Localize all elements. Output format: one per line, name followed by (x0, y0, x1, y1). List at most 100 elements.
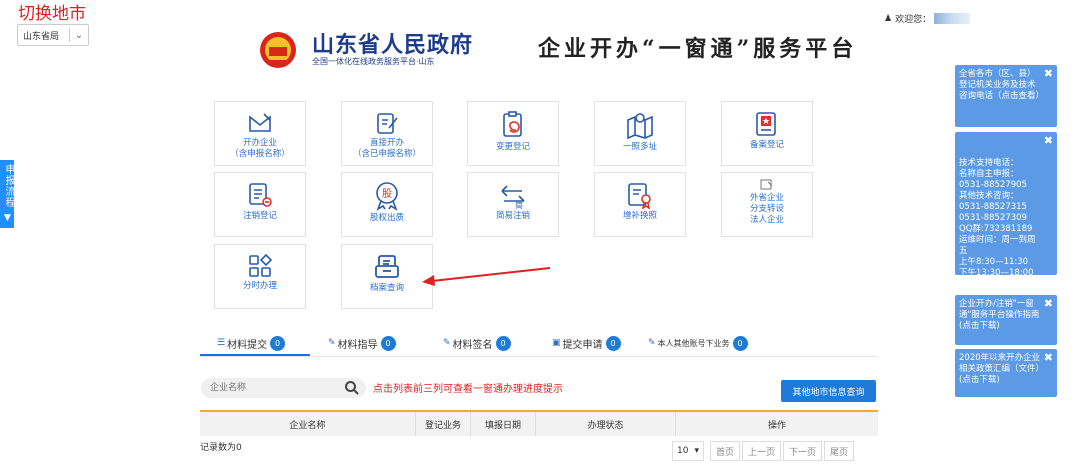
first-page-button[interactable]: 首页 (709, 441, 740, 461)
svg-text:股: 股 (382, 188, 392, 200)
last-page-button[interactable]: 尾页 (824, 441, 855, 461)
guide-download-panel[interactable]: ✖ 企业开办/注销"一窗通"服务平台操作指南(点击下载) (955, 295, 1057, 345)
tile-label: 股权出质 (369, 213, 404, 223)
tile-multi-address[interactable]: 一照多址 (594, 101, 686, 166)
tab-material-submit[interactable]: ☰ 材料提交 0 (217, 331, 286, 355)
tile-deregistration[interactable]: 注销登记 (214, 172, 306, 237)
edit-icon: ✎ (443, 338, 451, 348)
pagination: 10 ▾ 首页 上一页 下一页 尾页 (672, 441, 855, 461)
column-header: 操作 (767, 420, 786, 431)
clipboard-refresh-icon (503, 111, 522, 137)
column-header: 办理状态 (536, 412, 676, 436)
tile-label: 备案登记 (749, 140, 784, 150)
region-select-value: 山东省局 (23, 31, 60, 42)
gov-title: 山东省人民政府 (312, 33, 474, 58)
equity-pledge-icon: 股 (376, 182, 398, 211)
record-count: 记录数为0 (200, 443, 242, 453)
tab-count-badge: 0 (495, 335, 511, 351)
gov-subtitle: 全国一体化在线政务服务平台·山东 (312, 57, 435, 66)
tile-change-registration[interactable]: 变更登记 (467, 101, 559, 166)
document-remove-icon (249, 183, 272, 207)
tile-timeshare[interactable]: 分时办理 (214, 244, 306, 309)
region-select[interactable]: 山东省局 ⌄ (17, 24, 89, 46)
tile-filing-registration[interactable]: 备案登记 (721, 101, 813, 166)
tab-count-badge: 0 (732, 335, 748, 351)
document-pen-icon (377, 113, 398, 134)
tile-label: 分时办理 (242, 281, 277, 291)
edit-icon: ✎ (648, 338, 656, 348)
search-icon[interactable] (344, 380, 360, 396)
column-header: 登记业务 (416, 412, 471, 436)
tab-label: 材料指导 (337, 339, 378, 351)
next-page-button[interactable]: 下一页 (783, 441, 823, 461)
user-icon: ♟ (884, 13, 893, 24)
caret-down-icon: ▾ (694, 446, 699, 456)
tab-other-accounts[interactable]: ✎ 本人其他账号下业务 0 (648, 331, 748, 355)
platform-title: 企业开办“一窗通”服务平台 (538, 36, 858, 62)
progress-hint: 点击列表前三列可查看一窗通办理进度提示 (373, 384, 563, 395)
column-header: 填报日期 (471, 412, 536, 436)
table-header: 企业名称 登记业务 填报日期 办理状态 操作 (200, 410, 878, 436)
tile-label: 外省企业 分支转设 法人企业 (749, 193, 784, 225)
panel-text: 企业开办/注销"一窗通"服务平台操作指南(点击下载) (959, 299, 1040, 331)
map-pin-icon (627, 113, 653, 140)
tech-support-panel[interactable]: ✖ 技术支持电话： 名称自主申报： 0531-88527905 其他技术咨询： … (955, 132, 1057, 278)
consult-phone-panel[interactable]: ✖ 全省各市（区、县）登记机关业务及技术咨询电话（点击查看） (955, 65, 1057, 127)
tile-branch-conversion[interactable]: 外省企业 分支转设 法人企业 (721, 172, 813, 237)
business-tabs: ☰ 材料提交 0 ✎ 材料指导 0 ✎ 材料签名 0 ▣ 提交申请 0 ✎ 本人… (200, 331, 878, 355)
process-side-tab[interactable]: 申报流程 ▼ (0, 160, 14, 229)
tab-count-badge: 0 (270, 335, 286, 351)
tab-label: 提交申请 (562, 339, 603, 351)
edit-icon: ✎ (328, 338, 336, 348)
red-arrow-annotation (422, 267, 551, 286)
tile-label: 一照多址 (622, 142, 657, 152)
close-icon[interactable]: ✖ (1044, 68, 1053, 79)
close-icon[interactable]: ✖ (1044, 298, 1053, 309)
close-icon[interactable]: ✖ (1044, 135, 1053, 146)
search-box (201, 378, 366, 398)
tile-direct-open[interactable]: 直接开办 （含已申报名称） (341, 101, 433, 166)
tile-label: 开办企业 （含申报名称） (230, 138, 290, 159)
welcome-user[interactable]: ♟ 欢迎您： (884, 12, 971, 25)
briefcase-icon: ▣ (552, 338, 561, 348)
panel-text: 全省各市（区、县）登记机关业务及技术咨询电话（点击查看） (959, 69, 1045, 101)
chevron-down-icon: ⌄ (74, 29, 84, 41)
pin-icon: ▼ (4, 213, 12, 224)
branch-icon (760, 179, 773, 190)
tab-label: 材料签名 (452, 339, 493, 351)
column-header: 企业名称 (200, 412, 416, 436)
tab-submit-application[interactable]: ▣ 提交申请 0 (552, 331, 621, 355)
license-award-icon (628, 183, 651, 209)
national-emblem-icon (260, 32, 296, 68)
welcome-label: 欢迎您： (895, 15, 932, 25)
tile-label: 直接开办 （含已申报名称） (352, 138, 421, 159)
tab-count-badge: 0 (380, 335, 396, 351)
policy-download-panel[interactable]: ✖ 2020年以来开办企业相关政策汇编（文件）(点击下载) (955, 349, 1057, 397)
archive-box-icon (375, 255, 399, 278)
tab-count-badge: 0 (605, 335, 621, 351)
tile-license-replacement[interactable]: 增补换照 (594, 172, 686, 237)
tab-material-guide[interactable]: ✎ 材料指导 0 (328, 331, 396, 355)
svg-text:简: 简 (515, 200, 523, 209)
tile-simple-deregistration[interactable]: 简 简易注销 (467, 172, 559, 237)
tab-label: 本人其他账号下业务 (657, 338, 730, 348)
prev-page-button[interactable]: 上一页 (742, 441, 782, 461)
tab-material-sign[interactable]: ✎ 材料签名 0 (443, 331, 511, 355)
switch-city-link[interactable]: 切换地市 (18, 0, 86, 24)
grid-apps-icon (249, 253, 273, 277)
tile-label: 简易注销 (495, 211, 530, 221)
record-star-icon (756, 112, 776, 136)
close-icon[interactable]: ✖ (1044, 352, 1053, 363)
simple-cancel-icon: 简 (501, 185, 525, 209)
other-city-query-button[interactable]: 其他地市信息查询 (781, 380, 876, 402)
tile-label: 注销登记 (242, 211, 277, 221)
envelope-pen-icon (249, 113, 271, 132)
tile-label: 档案查询 (369, 283, 404, 293)
tile-equity-pledge[interactable]: 股 股权出质 (341, 172, 433, 237)
page-size-select[interactable]: 10 ▾ (672, 441, 704, 461)
process-side-tab-label: 申报流程 (3, 164, 14, 208)
search-input[interactable] (201, 382, 342, 394)
panel-text: 2020年以来开办企业相关政策汇编（文件）(点击下载) (959, 353, 1041, 385)
tile-open-enterprise[interactable]: 开办企业 （含申报名称） (214, 101, 306, 166)
tabs-divider (200, 356, 878, 357)
